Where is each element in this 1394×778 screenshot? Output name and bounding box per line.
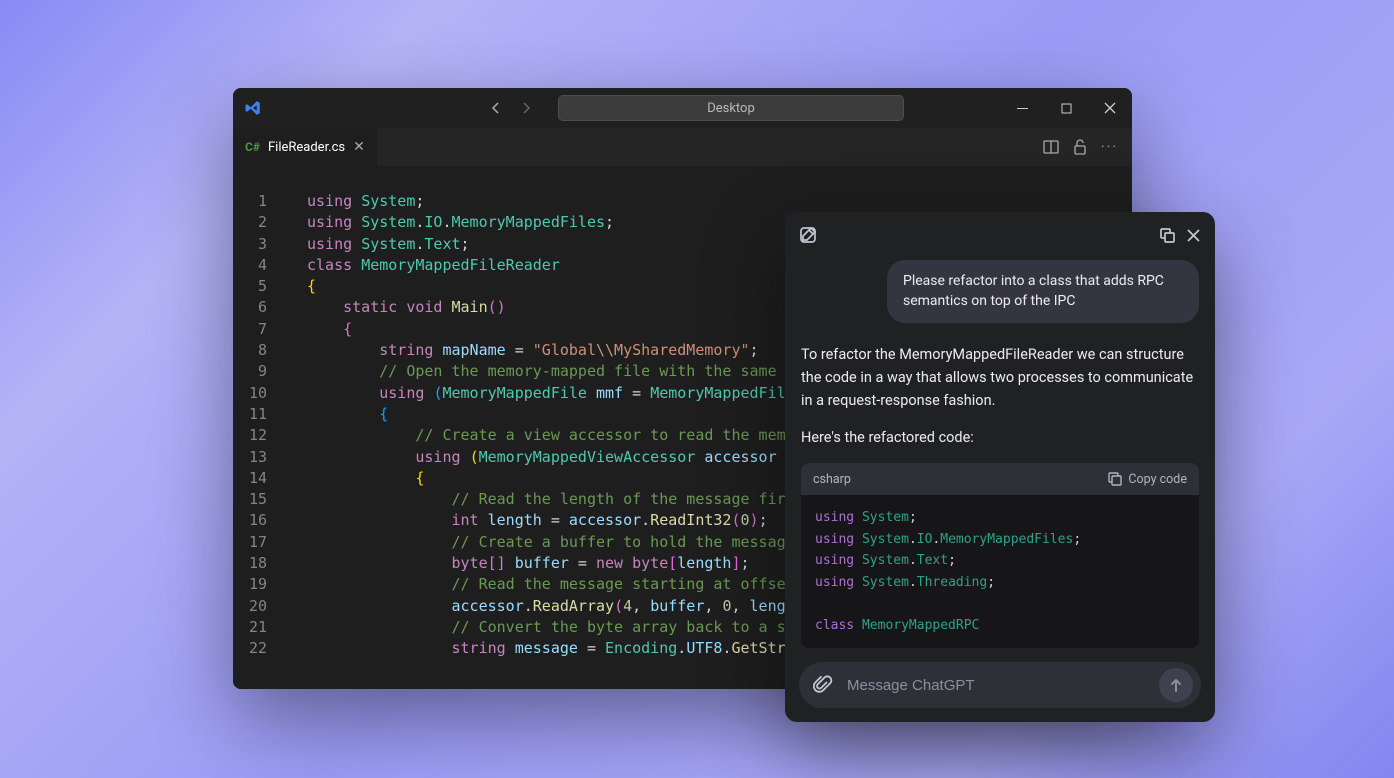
window-close-icon[interactable] xyxy=(1088,88,1132,128)
code-block-body: using System; using System.IO.MemoryMapp… xyxy=(801,495,1199,648)
line-gutter: 12345678910111213141516171819202122 xyxy=(233,191,281,660)
chatgpt-panel: Please refactor into a class that adds R… xyxy=(785,212,1215,722)
tab-close-icon[interactable]: ✕ xyxy=(353,139,365,155)
lock-icon[interactable] xyxy=(1073,139,1087,155)
copy-code-button[interactable]: Copy code xyxy=(1108,472,1187,487)
window-minimize-icon[interactable] xyxy=(1000,88,1044,128)
nav-forward-icon[interactable] xyxy=(518,100,534,116)
nav-arrows xyxy=(488,100,534,116)
tab-filename: FileReader.cs xyxy=(268,140,345,155)
vscode-logo-icon xyxy=(233,99,273,117)
title-bar[interactable]: Desktop xyxy=(233,88,1132,128)
csharp-file-icon: C# xyxy=(245,140,260,154)
chat-input[interactable] xyxy=(845,676,1147,695)
close-panel-icon[interactable] xyxy=(1186,228,1201,243)
code-lang-label: csharp xyxy=(813,472,851,487)
user-message: Please refactor into a class that adds R… xyxy=(887,260,1199,323)
window-maximize-icon[interactable] xyxy=(1044,88,1088,128)
search-label: Desktop xyxy=(707,101,755,116)
assistant-reply-1: To refactor the MemoryMappedFileReader w… xyxy=(801,343,1199,413)
chat-composer xyxy=(799,662,1201,708)
tab-bar: C# FileReader.cs ✕ ··· xyxy=(233,128,1132,166)
send-button[interactable] xyxy=(1159,668,1193,702)
more-icon[interactable]: ··· xyxy=(1101,139,1118,155)
expand-icon[interactable] xyxy=(1159,227,1176,244)
split-editor-icon[interactable] xyxy=(1043,139,1059,155)
assistant-reply-2: Here's the refactored code: xyxy=(801,426,1199,449)
attach-icon[interactable] xyxy=(813,675,833,695)
nav-back-icon[interactable] xyxy=(488,100,504,116)
new-chat-icon[interactable] xyxy=(799,226,817,244)
copy-code-label: Copy code xyxy=(1128,472,1187,487)
tab-filereader[interactable]: C# FileReader.cs ✕ xyxy=(233,128,378,166)
search-input[interactable]: Desktop xyxy=(558,95,904,121)
code-content: using System; using System.IO.MemoryMapp… xyxy=(307,191,804,660)
code-block-header: csharp Copy code xyxy=(801,463,1199,495)
